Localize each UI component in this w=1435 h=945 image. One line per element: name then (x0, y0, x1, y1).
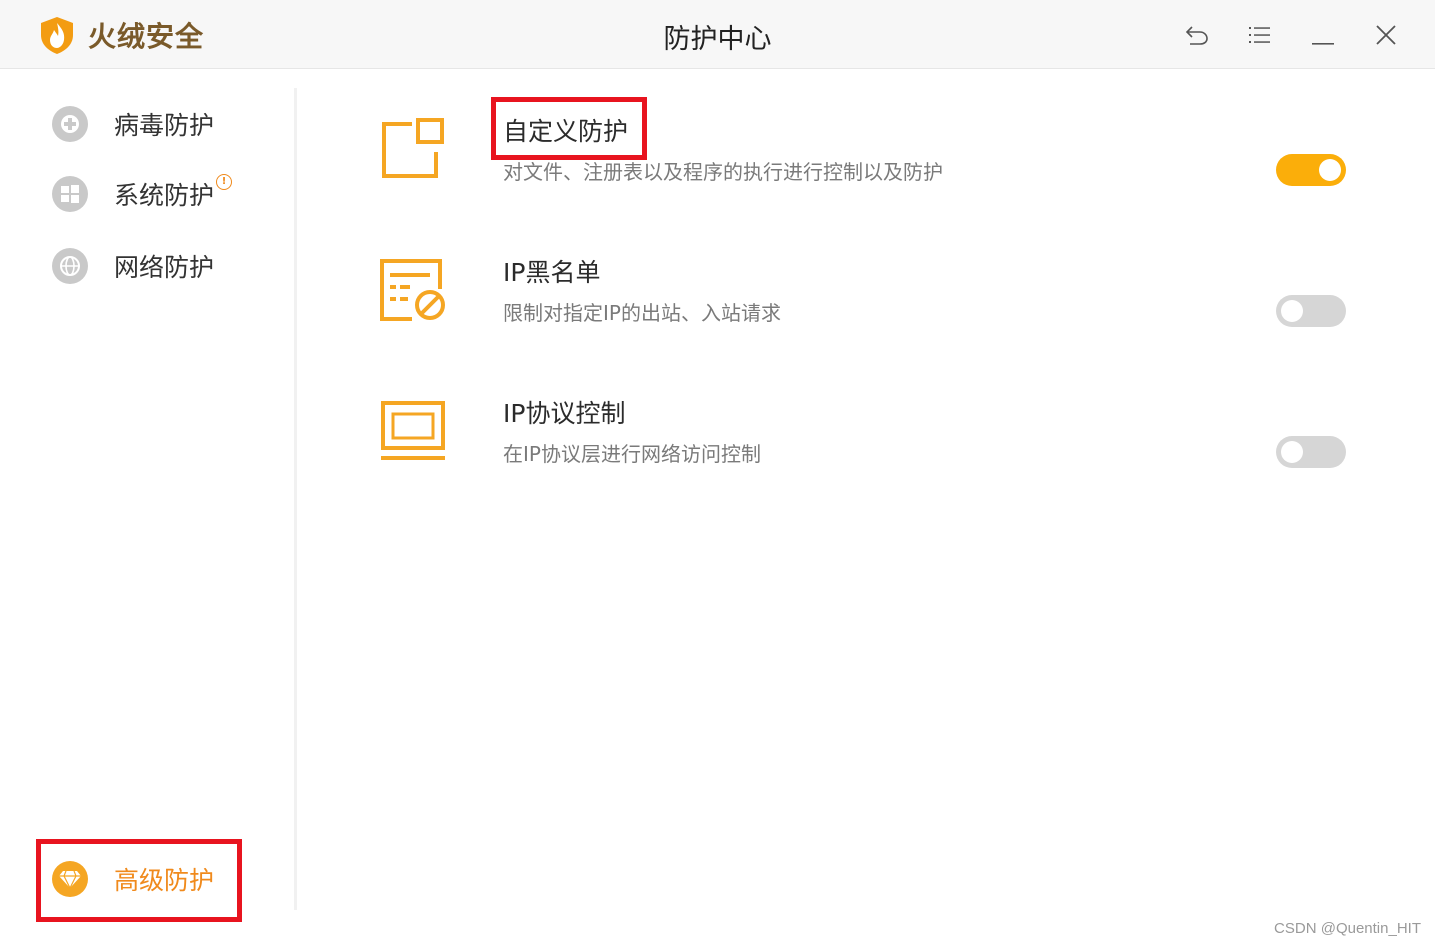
plus-shield-icon (52, 106, 88, 142)
title-bar: 火绒安全 防护中心 (0, 0, 1435, 69)
window-title: 防护中心 (663, 24, 772, 55)
sidebar-item-label: 高级防护 (114, 866, 215, 895)
toggle-switch[interactable] (1276, 436, 1346, 468)
feature-custom-protection: 自定义防护 对文件、注册表以及程序的执行进行控制以及防护 (378, 112, 1358, 202)
toggle-switch[interactable] (1276, 295, 1346, 327)
sidebar-item-advanced-protection[interactable]: 高级防护 (52, 859, 214, 899)
feature-description: 在IP协议层进行网络访问控制 (503, 442, 761, 466)
sidebar-item-label: 病毒防护 (114, 111, 215, 140)
protocol-monitor-icon (381, 401, 445, 460)
sidebar-item-label: 系统防护 (114, 181, 215, 210)
minimize-button[interactable] (1306, 18, 1340, 52)
globe-icon (52, 248, 88, 284)
close-icon (1376, 25, 1396, 45)
menu-button[interactable] (1243, 18, 1277, 52)
feature-description: 对文件、注册表以及程序的执行进行控制以及防护 (503, 160, 943, 184)
blacklist-icon (380, 259, 445, 321)
sidebar-divider (294, 88, 297, 910)
sidebar-item-label: 网络防护 (114, 253, 215, 282)
custom-rule-icon (382, 118, 444, 178)
feature-title: 自定义防护 (503, 117, 629, 146)
toggle-knob (1281, 441, 1303, 463)
feature-ip-protocol-control: IP协议控制 在IP协议层进行网络访问控制 (378, 394, 1358, 484)
sidebar-item-virus-protection[interactable]: 病毒防护 (52, 104, 214, 144)
menu-icon (1249, 27, 1270, 43)
feature-title: IP协议控制 (503, 399, 626, 428)
diamond-icon (52, 861, 88, 897)
warning-badge-icon: ! (216, 174, 233, 190)
watermark: CSDN @Quentin_HIT (1274, 920, 1421, 937)
back-button[interactable] (1180, 18, 1214, 52)
windows-icon (52, 176, 88, 212)
back-icon (1185, 26, 1208, 45)
feature-description: 限制对指定IP的出站、入站请求 (503, 301, 781, 325)
toggle-knob (1281, 300, 1303, 322)
feature-ip-blacklist: IP黑名单 限制对指定IP的出站、入站请求 (378, 253, 1358, 343)
feature-title: IP黑名单 (503, 258, 601, 287)
close-button[interactable] (1369, 18, 1403, 52)
sidebar-item-network-protection[interactable]: 网络防护 (52, 246, 214, 286)
toggle-knob (1319, 159, 1341, 181)
minimize-icon (1312, 43, 1334, 45)
toggle-switch[interactable] (1276, 154, 1346, 186)
sidebar-item-system-protection[interactable]: 系统防护 ! (52, 174, 233, 214)
